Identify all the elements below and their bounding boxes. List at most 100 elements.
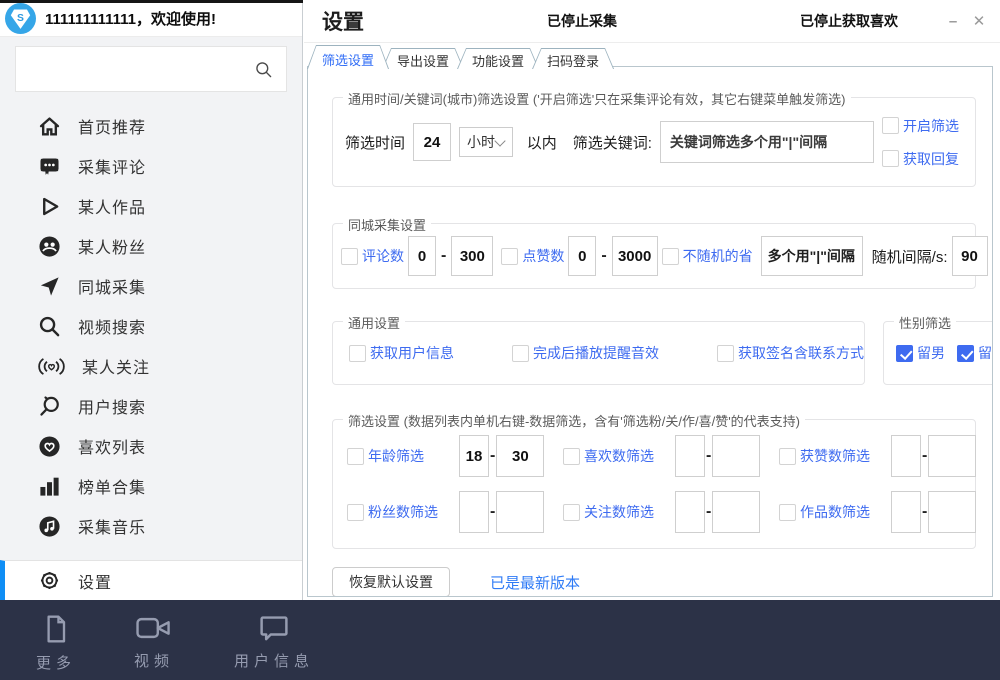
toolbar-item-more[interactable]: 更多	[36, 613, 76, 680]
sidebar-item-city-collect[interactable]: 同城采集	[0, 266, 302, 306]
search-input[interactable]	[16, 47, 254, 91]
bottom-toolbar: 更多 视频 用户信息	[0, 600, 1000, 680]
sidebar-item-collect-music[interactable]: 采集音乐	[0, 506, 302, 546]
signature-contact-checkbox[interactable]: 获取签名含联系方式	[717, 343, 864, 363]
likes-count-max-input[interactable]	[712, 435, 760, 477]
time-unit-select[interactable]: 小时	[459, 127, 513, 157]
app-logo: S	[5, 3, 36, 34]
age-filter-checkbox[interactable]: 年龄筛选	[347, 446, 459, 466]
praise-count-filter-checkbox[interactable]: 获赞数筛选	[779, 446, 891, 466]
sidebar-item-ranking-collection[interactable]: 榜单合集	[0, 466, 302, 506]
gear-icon	[38, 569, 61, 592]
tab-qr-login[interactable]: 扫码登录	[532, 48, 614, 69]
sidebar-item-settings[interactable]: 设置	[0, 560, 302, 600]
tab-function-settings[interactable]: 功能设置	[457, 48, 539, 69]
sidebar-item-user-fans[interactable]: 某人粉丝	[0, 226, 302, 266]
follow-count-filter-checkbox[interactable]: 关注数筛选	[563, 502, 675, 522]
age-min-input[interactable]	[459, 435, 489, 477]
sidebar-header: S 111111111111，欢迎使用!	[0, 0, 302, 37]
like-min-input[interactable]	[568, 236, 596, 276]
filter-keyword-input[interactable]	[660, 121, 874, 163]
fans-count-min-input[interactable]	[459, 491, 489, 533]
main-panel: 设置 已停止采集 已停止获取喜欢 – ✕ 筛选设置 导出设置 功能设置 扫码登录…	[304, 0, 1000, 600]
sidebar-item-user-works[interactable]: 某人作品	[0, 186, 302, 226]
comment-min-input[interactable]	[408, 236, 436, 276]
comment-icon	[38, 155, 61, 178]
general-settings-fieldset: 通用设置 获取用户信息 完成后播放提醒音效 获取签名含联系方式	[332, 321, 865, 385]
sidebar-item-user-follows[interactable]: 某人关注	[0, 346, 302, 386]
range-separator: -	[489, 503, 496, 521]
follow-count-min-input[interactable]	[675, 491, 705, 533]
fans-count-filter-group: 粉丝数筛选 -	[347, 491, 563, 533]
tab-filter-settings[interactable]: 筛选设置	[307, 45, 389, 69]
follow-count-max-input[interactable]	[712, 491, 760, 533]
play-sound-checkbox[interactable]: 完成后播放提醒音效	[512, 343, 659, 363]
range-separator: -	[921, 447, 928, 465]
filter-time-label: 筛选时间	[345, 132, 405, 153]
home-icon	[38, 115, 61, 138]
fans-count-max-input[interactable]	[496, 491, 544, 533]
data-filter-row-1: 年龄筛选 - 喜欢数筛选 -	[333, 428, 975, 484]
file-icon	[41, 613, 71, 645]
keep-male-checkbox[interactable]: 留男	[896, 343, 945, 363]
comment-max-input[interactable]	[451, 236, 493, 276]
play-icon	[38, 195, 61, 218]
user-search-icon	[38, 395, 61, 418]
ranking-bars-icon	[38, 475, 61, 498]
praise-count-min-input[interactable]	[891, 435, 921, 477]
works-count-max-input[interactable]	[928, 491, 976, 533]
fans-icon	[38, 235, 61, 258]
latest-version-link[interactable]: 已是最新版本	[490, 572, 580, 593]
likes-status-text: 已停止获取喜欢	[800, 11, 898, 31]
within-label: 以内	[527, 132, 557, 153]
time-keyword-legend: 通用时间/关键词(城市)筛选设置 ('开启筛选'只在采集评论有效，其它右键菜单触…	[343, 89, 851, 108]
comment-count-checkbox[interactable]: 评论数	[341, 246, 404, 266]
sidebar-item-video-search[interactable]: 视频搜索	[0, 306, 302, 346]
province-input[interactable]	[761, 236, 863, 276]
follow-broadcast-icon	[38, 356, 65, 377]
bottom-actions: 恢复默认设置 已是最新版本	[332, 567, 992, 597]
like-max-input[interactable]	[612, 236, 658, 276]
welcome-text: 111111111111，欢迎使用!	[45, 8, 216, 29]
fans-count-filter-checkbox[interactable]: 粉丝数筛选	[347, 502, 459, 522]
general-gender-row: 通用设置 获取用户信息 完成后播放提醒音效 获取签名含联系方式 性别筛选	[332, 321, 976, 385]
collect-status-text: 已停止采集	[547, 11, 617, 31]
range-separator: -	[705, 503, 712, 521]
page-title: 设置	[322, 6, 364, 36]
close-button[interactable]: ✕	[966, 12, 992, 30]
likes-count-filter-group: 喜欢数筛选 -	[563, 435, 779, 477]
gender-filter-legend: 性别筛选	[894, 313, 956, 332]
general-settings-legend: 通用设置	[343, 313, 405, 332]
get-replies-checkbox[interactable]: 获取回复	[882, 149, 959, 169]
keep-female-checkbox[interactable]: 留女	[957, 343, 993, 363]
restore-defaults-button[interactable]: 恢复默认设置	[332, 567, 450, 597]
no-random-province-checkbox[interactable]: 不随机的省	[662, 246, 753, 266]
filter-time-input[interactable]	[413, 123, 451, 161]
like-count-checkbox[interactable]: 点赞数	[501, 246, 564, 266]
sidebar-item-user-search[interactable]: 用户搜索	[0, 386, 302, 426]
sidebar-item-home-feed[interactable]: 首页推荐	[0, 106, 302, 146]
random-interval-input[interactable]	[952, 236, 988, 276]
filter-toggle-group: 开启筛选 获取回复	[882, 116, 959, 169]
message-icon	[258, 613, 290, 643]
works-count-filter-group: 作品数筛选 -	[779, 491, 993, 533]
get-user-info-checkbox[interactable]: 获取用户信息	[349, 343, 454, 363]
works-count-min-input[interactable]	[891, 491, 921, 533]
toolbar-item-video[interactable]: 视频	[134, 613, 174, 680]
works-count-filter-checkbox[interactable]: 作品数筛选	[779, 502, 891, 522]
tab-export-settings[interactable]: 导出设置	[382, 48, 464, 69]
sidebar-item-likes-list[interactable]: 喜欢列表	[0, 426, 302, 466]
sidebar-item-collect-comments[interactable]: 采集评论	[0, 146, 302, 186]
data-filter-row-2: 粉丝数筛选 - 关注数筛选 -	[333, 484, 975, 540]
praise-count-filter-group: 获赞数筛选 -	[779, 435, 993, 477]
age-max-input[interactable]	[496, 435, 544, 477]
enable-filter-checkbox[interactable]: 开启筛选	[882, 116, 959, 136]
video-camera-icon	[135, 613, 173, 643]
praise-count-max-input[interactable]	[928, 435, 976, 477]
search-icon[interactable]	[254, 60, 273, 79]
gender-filter-fieldset: 性别筛选 留男 留女 其它	[883, 321, 993, 385]
toolbar-item-user-info[interactable]: 用户信息	[234, 613, 314, 680]
minimize-button[interactable]: –	[940, 13, 966, 30]
likes-count-min-input[interactable]	[675, 435, 705, 477]
likes-count-filter-checkbox[interactable]: 喜欢数筛选	[563, 446, 675, 466]
